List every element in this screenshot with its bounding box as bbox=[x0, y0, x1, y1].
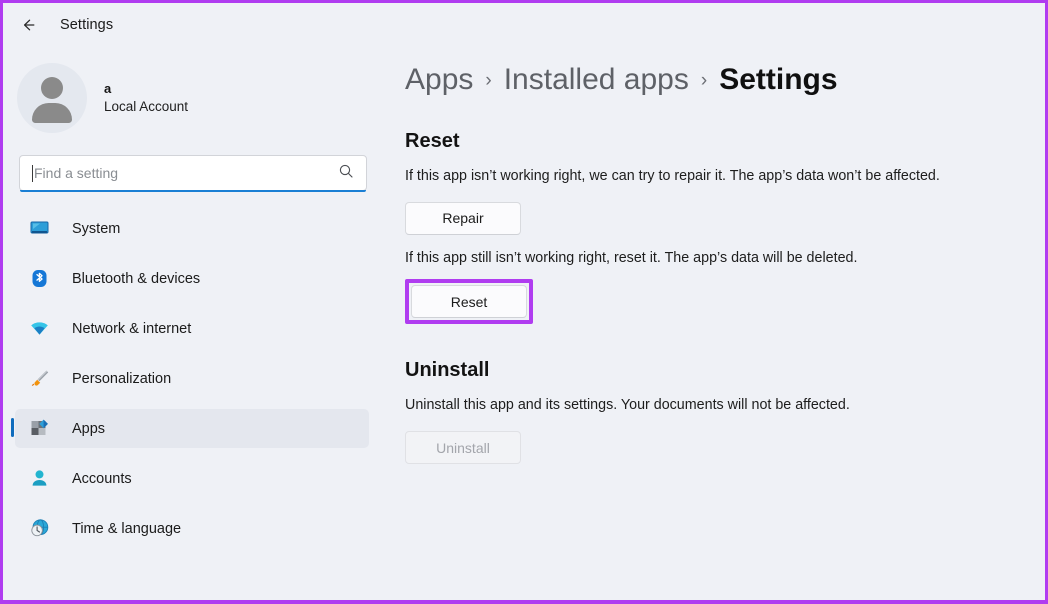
sidebar-item-label: Bluetooth & devices bbox=[72, 270, 201, 287]
reset-button-highlight: Reset bbox=[405, 279, 533, 325]
sidebar-item-apps[interactable]: Apps bbox=[11, 409, 369, 448]
paintbrush-icon bbox=[28, 368, 50, 390]
uninstall-button[interactable]: Uninstall bbox=[405, 431, 521, 465]
sidebar-nav: System Bluetooth & devices Network & int… bbox=[11, 209, 369, 548]
sidebar: a Local Account Find a setting System Bl… bbox=[3, 47, 385, 600]
bluetooth-icon bbox=[28, 268, 50, 290]
repair-description: If this app isn’t working right, we can … bbox=[405, 168, 940, 184]
sidebar-item-label: System bbox=[72, 220, 121, 237]
sidebar-item-bluetooth-devices[interactable]: Bluetooth & devices bbox=[15, 259, 369, 298]
clock-globe-icon bbox=[28, 518, 50, 540]
chevron-right-icon: › bbox=[485, 70, 492, 91]
search-box[interactable]: Find a setting bbox=[19, 155, 367, 191]
sidebar-item-label: Network & internet bbox=[72, 320, 192, 337]
breadcrumb: Apps › Installed apps › Settings bbox=[405, 63, 1045, 107]
sidebar-item-personalization[interactable]: Personalization bbox=[15, 359, 369, 398]
sidebar-item-time-language[interactable]: Time & language bbox=[15, 509, 369, 548]
reset-button[interactable]: Reset bbox=[411, 285, 527, 319]
breadcrumb-item-apps[interactable]: Apps bbox=[405, 63, 473, 97]
reset-description: If this app still isn’t working right, r… bbox=[405, 249, 858, 266]
search-focus-underline bbox=[20, 190, 366, 192]
search-input[interactable]: Find a setting bbox=[34, 165, 338, 181]
uninstall-button-row: Uninstall bbox=[405, 431, 1045, 465]
user-avatar-icon bbox=[17, 63, 87, 133]
wifi-icon bbox=[28, 318, 50, 340]
person-icon bbox=[28, 468, 50, 490]
sidebar-item-accounts[interactable]: Accounts bbox=[15, 459, 369, 498]
sidebar-item-system[interactable]: System bbox=[15, 209, 369, 248]
apps-grid-icon bbox=[28, 418, 50, 440]
chevron-right-icon: › bbox=[700, 70, 708, 91]
sidebar-item-network-internet[interactable]: Network & internet bbox=[15, 309, 369, 348]
back-button[interactable] bbox=[13, 9, 45, 41]
sidebar-item-label: Time & language bbox=[72, 520, 182, 537]
uninstall-description: Uninstall this app and its settings. You… bbox=[405, 397, 850, 414]
settings-window: Settings a Local Account Find a setting bbox=[0, 0, 1048, 604]
search-field-wrapper[interactable]: Find a setting bbox=[19, 155, 367, 192]
window-titlebar: Settings bbox=[3, 3, 1045, 47]
reset-section-heading: Reset bbox=[405, 130, 460, 152]
repair-button[interactable]: Repair bbox=[405, 201, 521, 235]
account-name: a bbox=[104, 81, 112, 97]
window-title: Settings bbox=[60, 17, 114, 33]
back-arrow-icon bbox=[20, 16, 38, 34]
sidebar-item-label: Apps bbox=[72, 420, 106, 437]
main-content: Apps › Installed apps › Settings Reset I… bbox=[385, 47, 1045, 600]
account-type: Local Account bbox=[104, 99, 189, 115]
sidebar-item-label: Personalization bbox=[72, 370, 172, 387]
breadcrumb-item-installed-apps[interactable]: Installed apps bbox=[504, 63, 689, 97]
text-caret bbox=[32, 164, 33, 182]
sidebar-item-label: Accounts bbox=[72, 470, 132, 487]
breadcrumb-current-page: Settings bbox=[719, 63, 838, 96]
monitor-icon bbox=[28, 218, 50, 240]
repair-button-row: Repair bbox=[405, 201, 1045, 235]
uninstall-section-heading: Uninstall bbox=[405, 359, 490, 382]
account-section[interactable]: a Local Account bbox=[17, 62, 385, 134]
search-icon bbox=[338, 163, 354, 184]
